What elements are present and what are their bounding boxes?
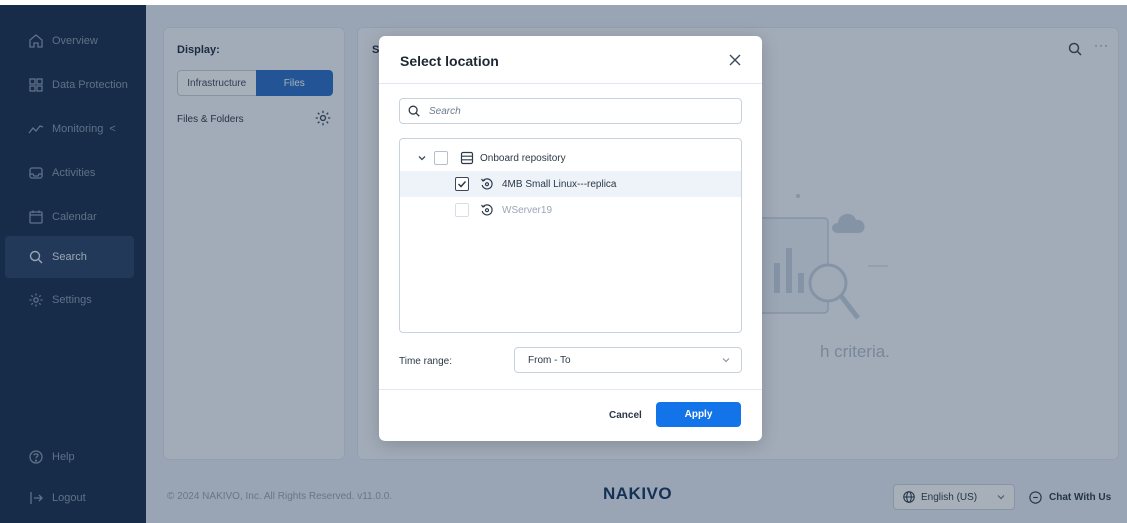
search-input[interactable] xyxy=(429,105,719,117)
apply-button[interactable]: Apply xyxy=(656,402,741,427)
replica-icon xyxy=(481,204,493,216)
search-icon xyxy=(408,105,420,117)
tree-label: 4MB Small Linux---replica xyxy=(502,178,617,190)
checkbox-checked[interactable] xyxy=(455,177,469,191)
time-range-value: From - To xyxy=(528,354,571,366)
time-range-select[interactable]: From - To xyxy=(514,347,742,373)
location-search[interactable] xyxy=(399,98,742,124)
divider xyxy=(379,389,762,390)
time-range-label: Time range: xyxy=(399,356,452,367)
tree-label: WServer19 xyxy=(502,204,553,216)
cancel-button[interactable]: Cancel xyxy=(609,410,642,421)
tree-label: Onboard repository xyxy=(480,152,566,164)
tree-row-4mb-small-linux-replica[interactable]: 4MB Small Linux---replica xyxy=(400,171,741,197)
checkmark-icon xyxy=(457,180,467,188)
replica-icon xyxy=(481,178,493,190)
chevron-down-icon xyxy=(722,358,730,363)
close-icon[interactable] xyxy=(728,53,742,67)
tree-row-onboard-repository[interactable]: Onboard repository xyxy=(400,145,741,171)
divider xyxy=(379,83,762,84)
select-location-dialog: Select location Onboard repository 4MB S… xyxy=(379,36,762,441)
tree-row-wserver19: WServer19 xyxy=(400,197,741,223)
checkbox[interactable] xyxy=(434,151,448,165)
chevron-down-icon[interactable] xyxy=(417,153,427,163)
location-tree: Onboard repository 4MB Small Linux---rep… xyxy=(399,138,742,333)
repository-icon xyxy=(460,151,474,165)
checkbox-disabled xyxy=(455,203,469,217)
dialog-title: Select location xyxy=(400,53,499,69)
